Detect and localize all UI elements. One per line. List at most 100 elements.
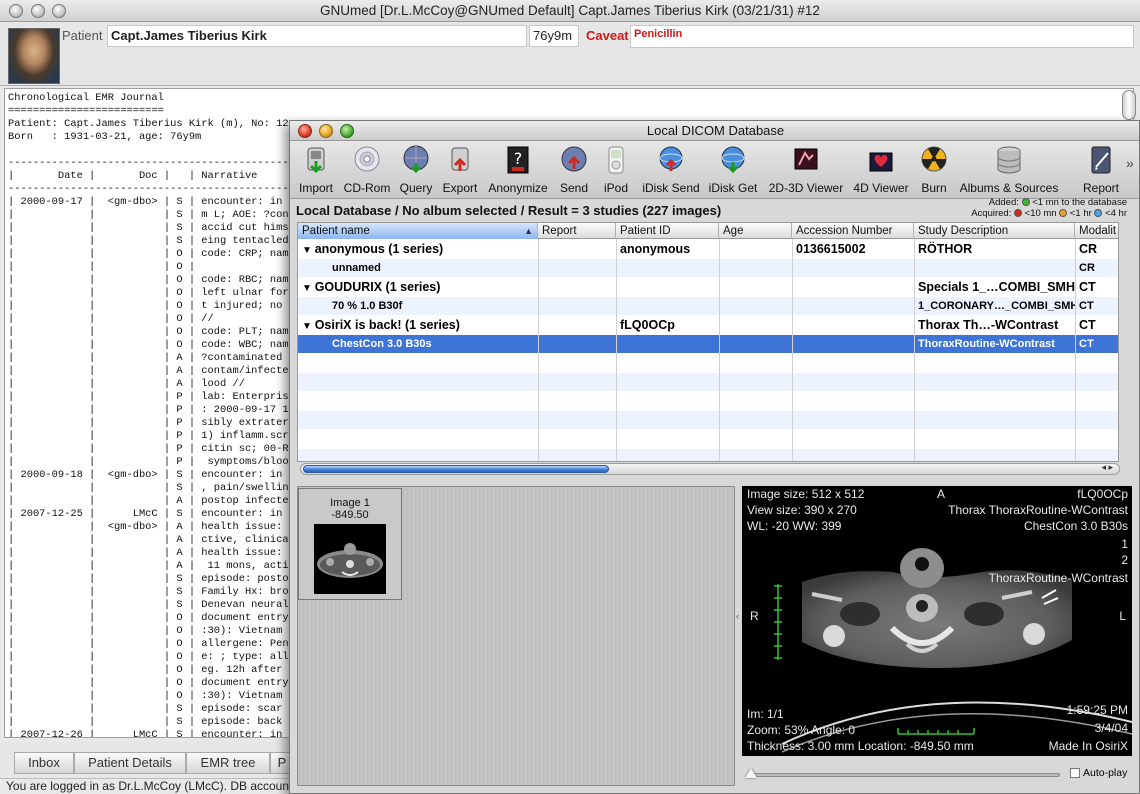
study-row[interactable]: ▼ anonymous (1 series) anonymous 013661500… [298,240,1118,258]
table-cell: 1_CORONARY…_COMBI_SMH [918,300,1075,312]
table-cell: ThoraxRoutine-WContrast [918,338,1055,350]
tab-emr-tree[interactable]: EMR tree [186,752,270,774]
empty-row [298,449,1118,461]
series-row[interactable]: 70 % 1.0 B30f 1_CORONARY…_COMBI_SMH CT [298,297,1118,315]
patient-photo[interactable] [8,28,60,84]
albums-icon [997,146,1021,174]
close-window-button[interactable] [9,4,23,18]
window-titlebar: GNUmed [Dr.L.McCoy@GNUmed Default] Capt.… [0,0,1140,22]
toolbar-overflow-icon[interactable]: » [1126,155,1134,171]
table-cell [792,335,914,353]
column-divider [719,239,720,461]
table-cell: 0136615002 [796,242,866,256]
overlay-made-in: Made In OsiriX [1048,739,1128,753]
study-table-header: Patient name ▲ Report Patient ID Age Acce… [298,223,1118,239]
table-cell: fLQ0OCp [620,318,675,332]
column-modality[interactable]: Modalit [1075,223,1118,239]
toolbar-idisk-send[interactable]: iDisk Send [640,143,702,197]
table-cell [538,297,616,315]
overlay-orient-left: R [750,609,759,623]
idisk-get-icon [721,146,745,174]
toolbar-cdrom[interactable]: CD-Rom [342,143,392,197]
toolbar-4d-viewer[interactable]: 4D Viewer [852,143,910,197]
legend-a2: <1 hr [1069,208,1092,219]
column-patient-id[interactable]: Patient ID [616,223,719,239]
minimize-window-button[interactable] [31,4,45,18]
image-thumbnail[interactable]: Image 1 -849.50 [298,488,402,600]
table-cell [538,259,616,277]
column-divider [538,239,539,461]
toolbar-report[interactable]: Report [1078,143,1124,197]
dicom-zoom-button[interactable] [340,124,354,138]
toolbar-idisk-get[interactable]: iDisk Get [706,143,760,197]
scroll-arrows-icon[interactable]: ◂ ▸ [1101,462,1113,473]
disclosure-triangle-icon[interactable]: ▼ [302,283,315,294]
anonymize-icon: ? [507,146,529,174]
slider-knob[interactable] [745,768,757,778]
dicom-titlebar: Local DICOM Database [290,121,1139,141]
toolbar-ipod[interactable]: iPod [598,143,634,197]
table-cell [616,335,719,353]
table-cell: CT [1079,280,1096,294]
table-cell: CT [1079,338,1094,350]
empty-row [298,354,1118,372]
disclosure-triangle-icon[interactable]: ▼ [302,321,315,332]
table-cell: RÖTHOR [918,242,973,256]
table-cell [719,316,792,334]
dicom-close-button[interactable] [298,124,312,138]
table-cell [538,316,616,334]
toolbar-burn[interactable]: Burn [918,143,950,197]
export-icon [451,147,469,171]
column-study-description[interactable]: Study Description [914,223,1075,239]
table-horizontal-scrollbar[interactable]: ◂ ▸ [300,462,1120,475]
disclosure-triangle-icon[interactable]: ▼ [302,245,315,256]
toolbar-burn-label: Burn [921,181,947,195]
table-cell [719,259,792,277]
image-slider[interactable] [745,768,1060,778]
series-row[interactable]: unnamed CR [298,259,1118,277]
table-cell [792,278,914,296]
emr-journal-text: Chronological EMR Journal ==============… [8,92,302,738]
thumbnail-ct-image [314,524,386,594]
toolbar-send[interactable]: Send [556,143,592,197]
time-legend: Added: <1 mn to the database Acquired: <… [927,197,1127,219]
toolbar-albums-label: Albums & Sources [959,181,1059,195]
cdrom-icon [354,146,380,172]
toolbar-export[interactable]: Export [440,143,480,197]
tab-patient-details[interactable]: Patient Details [74,752,186,774]
toolbar-2d3d-viewer[interactable]: 2D-3D Viewer [766,143,846,197]
series-row[interactable]: ChestCon 3.0 B30s ThoraxRoutine-WContrast… [298,335,1118,353]
table-cell [792,297,914,315]
overlay-orient-right: L [1119,609,1126,623]
splitter-handle-icon[interactable]: ‹ [736,611,739,621]
table-cell: Thorax Th…-WContrast [918,318,1059,332]
column-accession-number[interactable]: Accession Number [792,223,914,239]
toolbar-2d3d-viewer-label: 2D-3D Viewer [768,181,844,195]
journal-scrollbar[interactable] [1122,90,1136,120]
column-report[interactable]: Report [538,223,616,239]
study-table[interactable]: Patient name ▲ Report Patient ID Age Acce… [297,222,1119,462]
caveat-field[interactable]: Penicillin [630,25,1134,48]
zoom-window-button[interactable] [52,4,66,18]
image-viewer[interactable]: Image size: 512 x 512 View size: 390 x 2… [742,486,1132,756]
column-patient-name[interactable]: Patient name ▲ [298,223,538,239]
column-age[interactable]: Age [719,223,792,239]
table-cell: anonymous [620,242,691,256]
scrollbar-thumb[interactable] [303,465,609,473]
autoplay-checkbox[interactable] [1070,768,1080,778]
study-row[interactable]: ▼ GOUDURIX (1 series) Specials 1_…COMBI_S… [298,278,1118,296]
toolbar-anonymize[interactable]: ? Anonymize [486,143,550,197]
study-row[interactable]: ▼ OsiriX is back! (1 series) fLQ0OCp Thora… [298,316,1118,334]
tab-inbox[interactable]: Inbox [14,752,74,774]
column-divider [1075,239,1076,461]
overlay-patient-id: fLQ0OCp [1077,487,1128,501]
patient-name-field[interactable]: Capt.James Tiberius Kirk [107,25,527,47]
dicom-minimize-button[interactable] [319,124,333,138]
toolbar-query[interactable]: Query [396,143,436,197]
toolbar-import[interactable]: Import [296,143,336,197]
toolbar-albums-sources[interactable]: Albums & Sources [958,143,1060,197]
table-cell [792,259,914,277]
table-cell [719,240,792,258]
toolbar-4d-viewer-label: 4D Viewer [853,181,909,195]
table-cell: Specials 1_…COMBI_SMH [918,280,1075,294]
